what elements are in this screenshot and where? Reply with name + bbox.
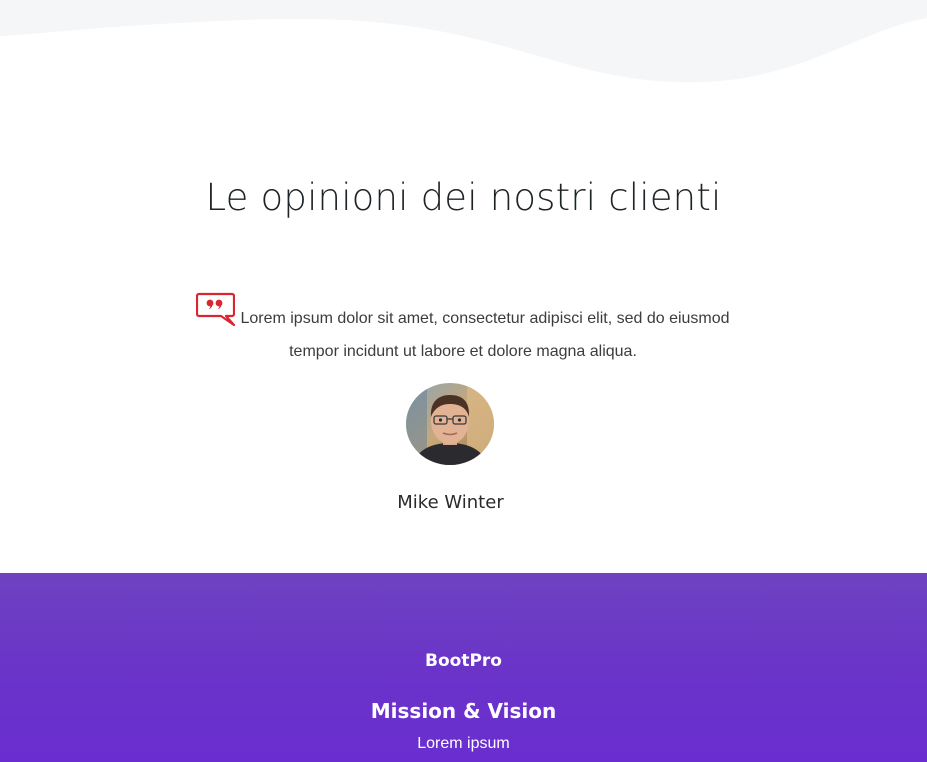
footer: BootPro Mission & Vision Lorem ipsum <box>0 573 927 762</box>
footer-text: Lorem ipsum <box>417 735 510 752</box>
footer-brand: BootPro <box>425 651 502 671</box>
testimonial-quote: Lorem ipsum dolor sit amet, consectetur … <box>196 292 730 368</box>
footer-heading: Mission & Vision <box>370 699 557 723</box>
author-name: Mike Winter <box>397 492 504 513</box>
section-title: Le opinioni dei nostri clienti <box>205 176 722 219</box>
top-wave-decoration <box>0 0 927 83</box>
quote-text: Lorem ipsum dolor sit amet, consectetur … <box>240 310 730 360</box>
author-avatar <box>406 383 494 465</box>
page: Le opinioni dei nostri clienti Lorem ips… <box>0 0 927 762</box>
speech-bubble-quote-icon <box>196 292 235 327</box>
